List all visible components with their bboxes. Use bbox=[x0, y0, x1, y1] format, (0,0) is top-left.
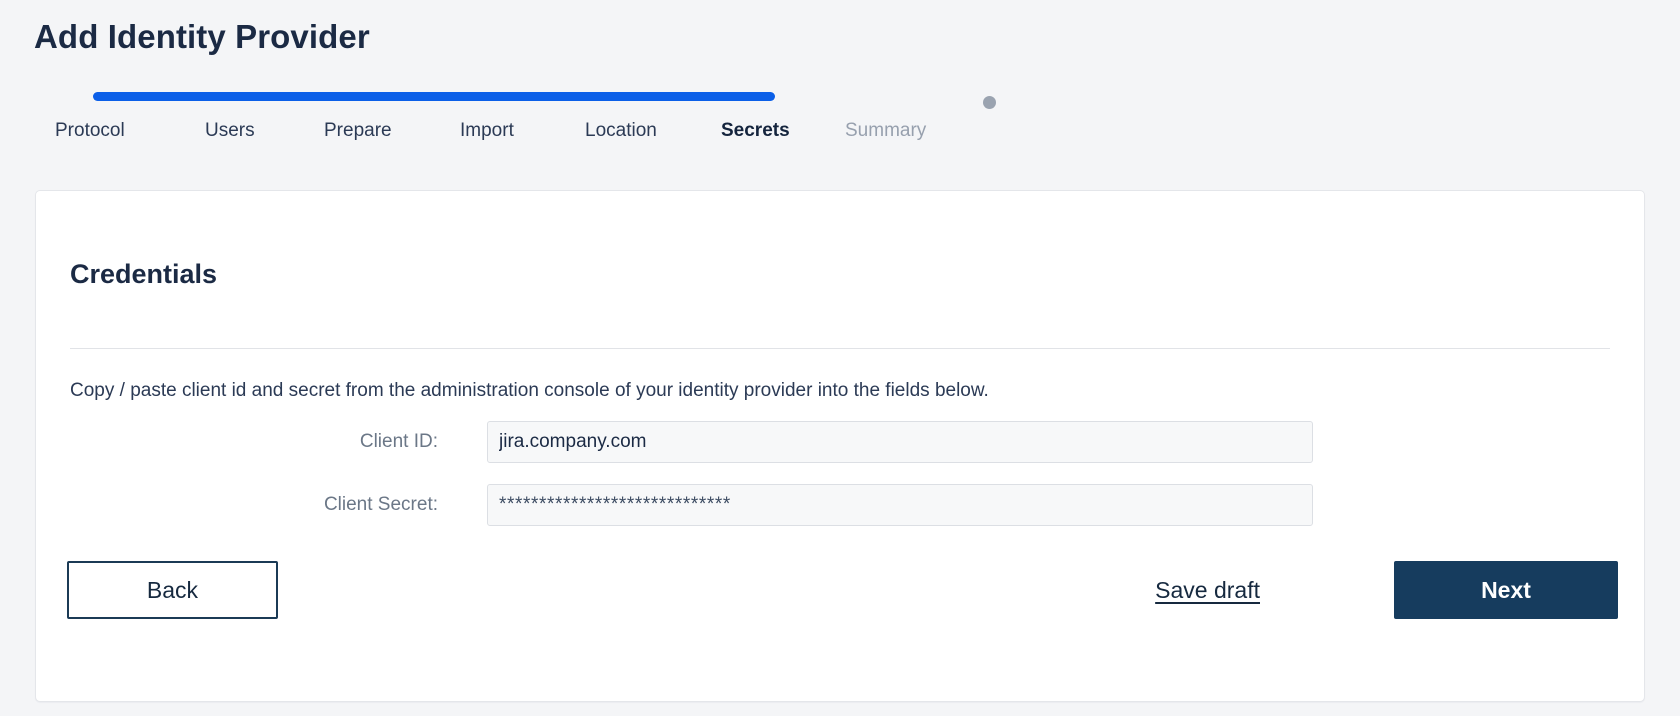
client-secret-input[interactable] bbox=[487, 484, 1313, 526]
page-title: Add Identity Provider bbox=[34, 18, 370, 55]
wizard-progress-fill bbox=[93, 92, 775, 101]
wizard-stepper: Protocol Users Prepare Import Location Secret… bbox=[0, 86, 1680, 166]
form-row-client-id: Client ID: bbox=[36, 421, 1644, 463]
client-id-input[interactable] bbox=[487, 421, 1313, 463]
wizard-step-import[interactable]: Import bbox=[460, 118, 514, 144]
next-button[interactable]: Next bbox=[1394, 561, 1618, 619]
save-draft-link[interactable]: Save draft bbox=[1155, 561, 1260, 619]
credentials-card: Credentials Copy / paste client id and s… bbox=[35, 190, 1645, 702]
client-id-label: Client ID: bbox=[359, 431, 438, 452]
wizard-step-prepare[interactable]: Prepare bbox=[324, 118, 392, 144]
card-actions: Back Save draft Next bbox=[36, 561, 1644, 623]
wizard-upcoming-step-dot bbox=[983, 96, 996, 109]
form-row-client-secret: Client Secret: bbox=[36, 484, 1644, 526]
back-button[interactable]: Back bbox=[67, 561, 278, 619]
section-title: Credentials bbox=[70, 259, 218, 289]
client-secret-label: Client Secret: bbox=[323, 494, 438, 515]
wizard-step-summary[interactable]: Summary bbox=[845, 118, 926, 144]
wizard-step-location[interactable]: Location bbox=[585, 118, 657, 144]
wizard-step-secrets[interactable]: Secrets bbox=[721, 118, 790, 144]
wizard-step-protocol[interactable]: Protocol bbox=[55, 118, 125, 144]
section-divider bbox=[70, 348, 1610, 349]
wizard-step-users[interactable]: Users bbox=[205, 118, 255, 144]
wizard-progress-track bbox=[93, 92, 996, 109]
wizard-step-labels: Protocol Users Prepare Import Location Secret… bbox=[0, 118, 1680, 152]
add-identity-provider-page: Add Identity Provider Protocol Users Prepa… bbox=[0, 0, 1680, 716]
helper-text: Copy / paste client id and secret from t… bbox=[70, 380, 989, 401]
